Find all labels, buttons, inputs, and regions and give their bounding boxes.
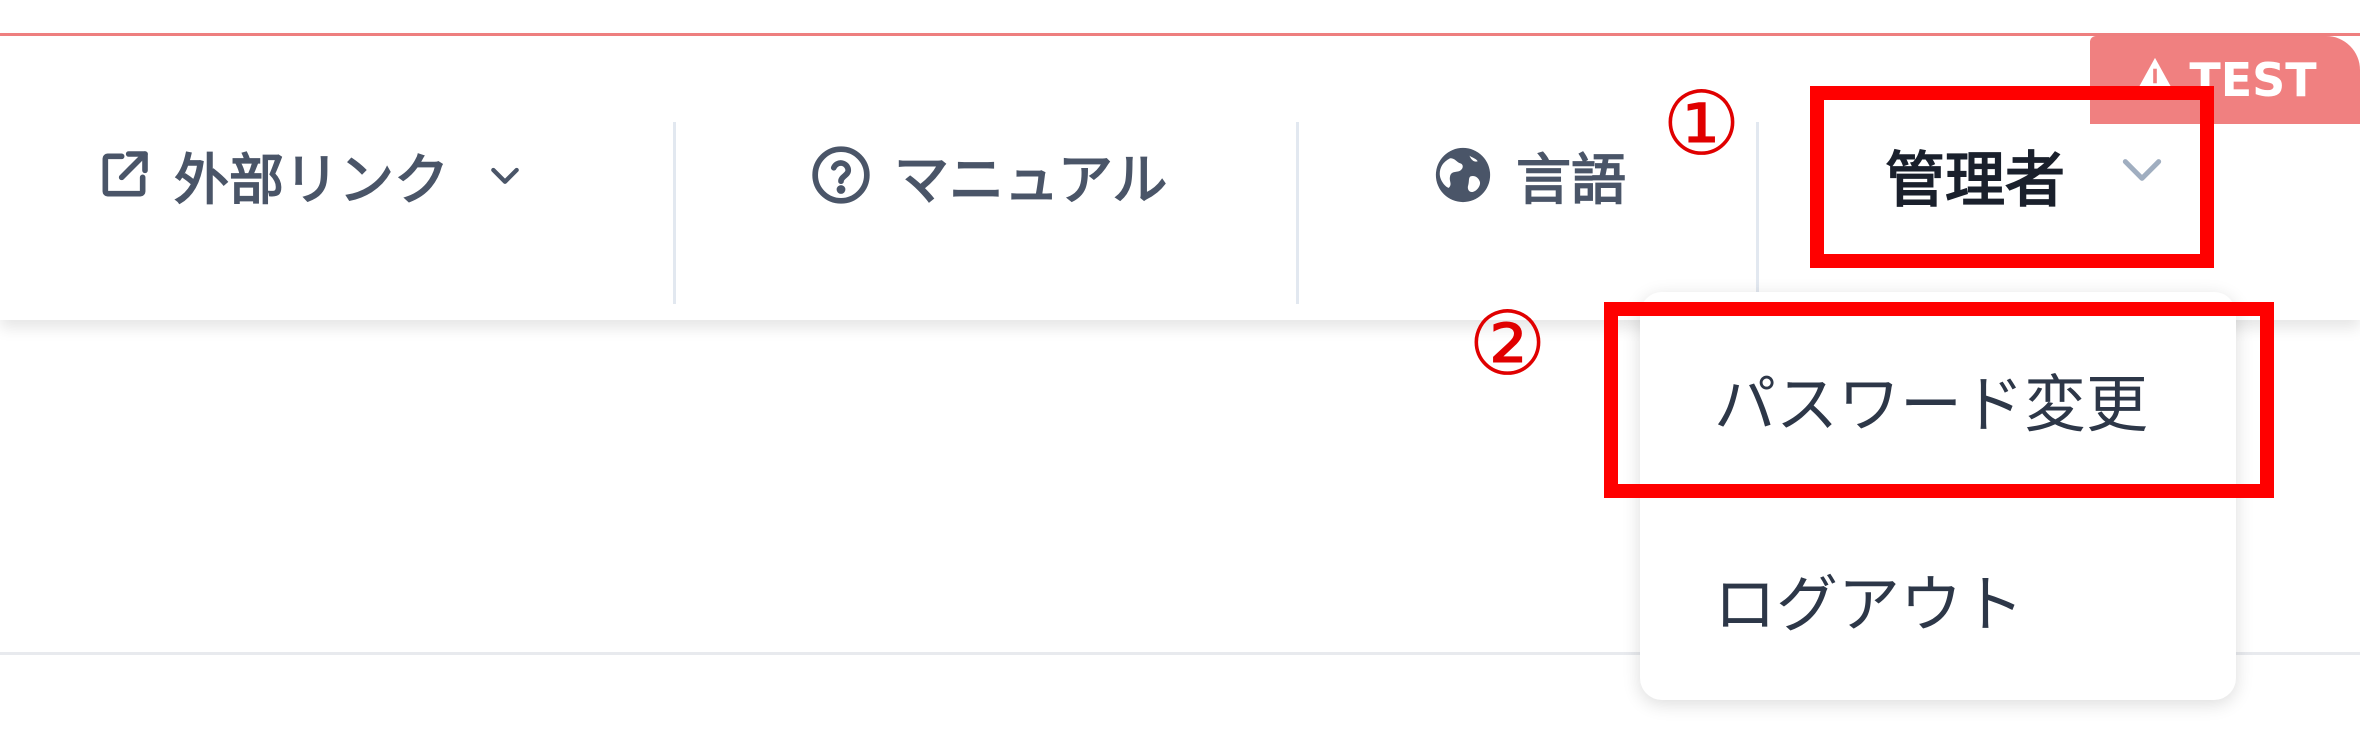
annotation-step-2: ② <box>1468 292 1547 395</box>
external-links-menu[interactable]: 外部リンク <box>96 130 525 220</box>
annotation-box-change-password <box>1604 302 2274 498</box>
language-label: 言語 <box>1516 148 1627 212</box>
external-links-label: 外部リンク <box>174 148 450 212</box>
manual-link[interactable]: マニュアル <box>810 130 1167 220</box>
app-root: 外部リンク マニュアル 言語 TEST 管理者 ① パスワード変更 ログアウト … <box>0 0 2360 742</box>
external-link-icon <box>96 147 152 203</box>
question-circle-icon <box>810 144 872 206</box>
header-divider <box>673 122 676 304</box>
header-divider <box>1296 122 1299 304</box>
language-menu[interactable]: 言語 <box>1432 130 1626 220</box>
header-divider <box>1756 122 1759 304</box>
manual-label: マニュアル <box>894 148 1168 212</box>
globe-icon <box>1432 144 1494 206</box>
chevron-down-icon <box>485 155 525 195</box>
annotation-step-1: ① <box>1662 72 1741 175</box>
annotation-box-user-menu <box>1810 86 2214 268</box>
logout-menu-item[interactable]: ログアウト <box>1714 554 2024 644</box>
